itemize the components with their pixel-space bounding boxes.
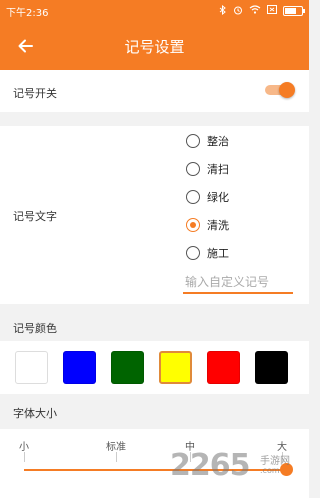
radio-unchecked-icon	[186, 162, 200, 176]
font-size-label: 字体大小	[13, 407, 57, 420]
radio-option[interactable]: 施工	[186, 243, 229, 263]
battery-fill	[285, 8, 297, 14]
color-swatch[interactable]	[207, 351, 240, 384]
status-bar: 下午2:36	[0, 0, 309, 22]
radio-option-label: 整治	[207, 135, 229, 148]
alarm-icon	[233, 5, 243, 18]
font-size-level-label: 小	[19, 442, 29, 453]
sim-icon	[267, 5, 277, 17]
font-size-level-label: 大	[277, 442, 287, 453]
page-title: 记号设置	[124, 38, 185, 56]
radio-unchecked-icon	[186, 134, 200, 148]
color-swatch[interactable]	[255, 351, 288, 384]
color-swatch[interactable]	[63, 351, 96, 384]
status-time: 下午2:36	[6, 7, 49, 19]
status-icons	[219, 4, 305, 18]
slider-tick	[116, 452, 117, 462]
radio-option[interactable]: 绿化	[186, 187, 229, 207]
radio-unchecked-icon	[186, 246, 200, 260]
toggle-knob	[279, 82, 295, 98]
mark-text-label: 记号文字	[13, 210, 57, 223]
battery-icon	[283, 6, 305, 16]
radio-option-label: 施工	[207, 247, 229, 260]
app-bar: 记号设置	[0, 22, 309, 70]
watermark-logo: 2265	[170, 448, 250, 483]
radio-option[interactable]: 整治	[186, 131, 229, 151]
radio-option[interactable]: 清洗	[186, 215, 229, 235]
color-swatch[interactable]	[159, 351, 192, 384]
radio-checked-icon	[186, 218, 200, 232]
watermark-domain: .com	[260, 466, 280, 475]
radio-option-label: 清扫	[207, 163, 229, 176]
watermark-sub: 手游网	[260, 456, 290, 467]
bluetooth-icon	[219, 4, 227, 18]
mark-switch-toggle[interactable]	[265, 82, 295, 98]
mark-switch-row: 记号开关	[0, 70, 309, 112]
radio-option-label: 绿化	[207, 191, 229, 204]
wifi-icon	[249, 5, 261, 17]
slider-tick	[24, 452, 25, 462]
mark-color-label: 记号颜色	[13, 322, 57, 335]
custom-mark-input[interactable]	[183, 272, 293, 294]
radio-unchecked-icon	[186, 190, 200, 204]
color-swatch[interactable]	[15, 351, 48, 384]
mark-switch-label: 记号开关	[13, 87, 57, 100]
radio-option-label: 清洗	[207, 219, 229, 232]
font-size-level-label: 标准	[106, 442, 126, 453]
color-swatch[interactable]	[111, 351, 144, 384]
radio-option[interactable]: 清扫	[186, 159, 229, 179]
